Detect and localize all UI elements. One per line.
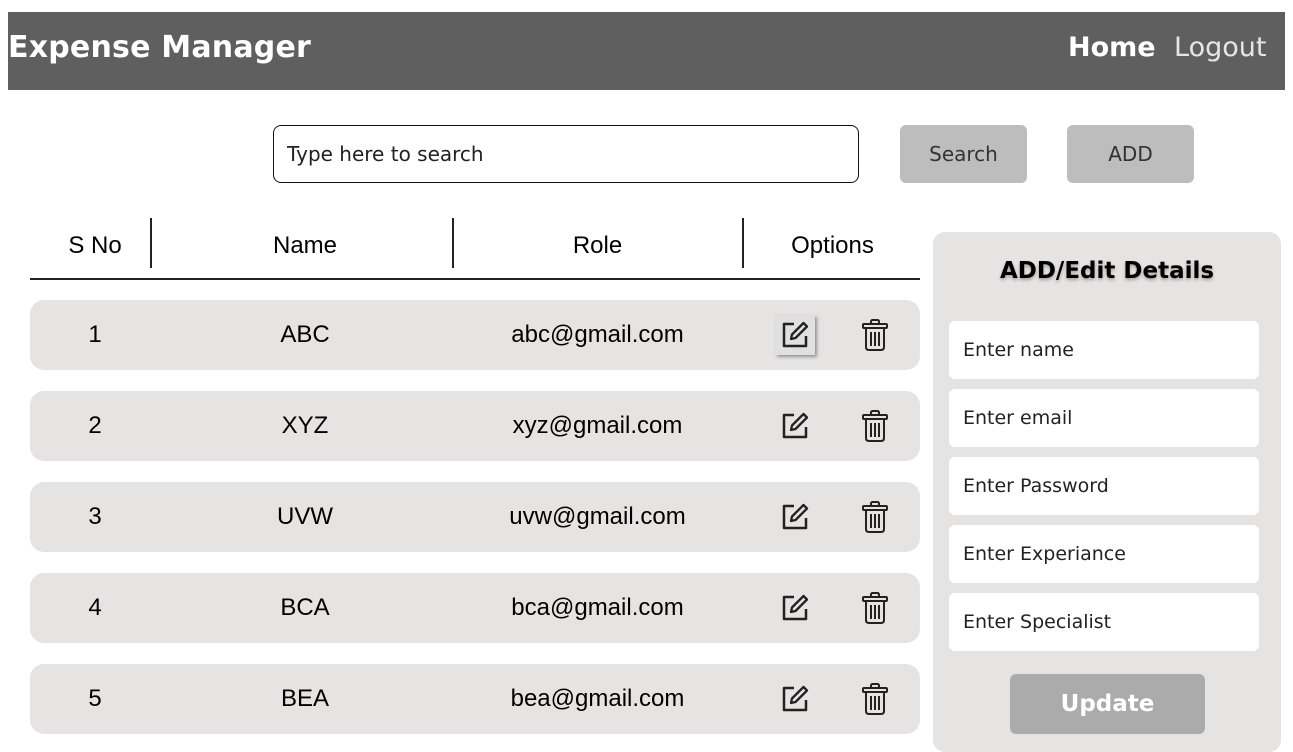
app-title: Expense Manager [8,30,311,65]
trash-icon[interactable] [855,406,895,446]
trash-icon[interactable] [855,679,895,719]
column-header-options: Options [791,232,874,259]
table-row: 3 UVW uvw@gmail.com [30,482,920,552]
trash-icon[interactable] [855,497,895,537]
column-header-role: Role [572,232,623,259]
header-divider [30,278,920,280]
trash-icon-glyph [862,683,888,715]
cell-role: xyz@gmail.com [512,412,683,439]
edit-icon[interactable] [775,315,815,355]
cell-sno: 5 [88,685,102,712]
edit-icon-glyph [782,321,809,348]
cell-sno: 1 [88,321,102,348]
top-navbar: Expense Manager Home Logout [8,12,1285,90]
nav-logout-link[interactable]: Logout [1174,32,1266,63]
cell-name: BCA [280,594,330,621]
table-row: 4 BCA bca@gmail.com [30,573,920,643]
table-row: 1 ABC abc@gmail.com [30,300,920,370]
search-input[interactable] [273,125,859,183]
trash-icon-glyph [862,592,888,624]
nav-home-link[interactable]: Home [1068,32,1156,63]
cell-name: BEA [280,685,330,712]
cell-role: bca@gmail.com [511,594,684,621]
cell-role: abc@gmail.com [511,321,684,348]
cell-role: uvw@gmail.com [509,503,686,530]
column-header-sno: S No [68,232,122,259]
edit-icon[interactable] [775,588,815,628]
add-button[interactable]: ADD [1067,125,1194,183]
specialist-field[interactable] [949,593,1259,651]
search-button[interactable]: Search [900,125,1027,183]
name-field[interactable] [949,321,1259,379]
email-field[interactable] [949,389,1259,447]
edit-icon[interactable] [775,679,815,719]
column-divider [742,218,744,268]
cell-name: UVW [277,503,333,530]
cell-name: XYZ [281,412,329,439]
cell-name: ABC [280,321,330,348]
trash-icon[interactable] [855,315,895,355]
trash-icon[interactable] [855,588,895,628]
edit-icon-glyph [782,594,809,621]
column-header-name: Name [272,232,338,259]
edit-icon[interactable] [775,497,815,537]
edit-icon-glyph [782,685,809,712]
cell-sno: 2 [88,412,102,439]
add-edit-panel: ADD/Edit Details Update [933,232,1281,752]
column-divider [150,218,152,268]
edit-icon-glyph [782,412,809,439]
trash-icon-glyph [862,410,888,442]
update-button[interactable]: Update [1010,674,1205,734]
trash-icon-glyph [862,501,888,533]
trash-icon-glyph [862,319,888,351]
edit-icon-glyph [782,503,809,530]
column-divider [452,218,454,268]
password-field[interactable] [949,457,1259,515]
cell-role: bea@gmail.com [510,685,685,712]
experience-field[interactable] [949,525,1259,583]
panel-title: ADD/Edit Details [999,258,1215,284]
cell-sno: 3 [88,503,102,530]
edit-icon[interactable] [775,406,815,446]
table-row: 5 BEA bea@gmail.com [30,664,920,734]
table-row: 2 XYZ xyz@gmail.com [30,391,920,461]
cell-sno: 4 [88,594,102,621]
